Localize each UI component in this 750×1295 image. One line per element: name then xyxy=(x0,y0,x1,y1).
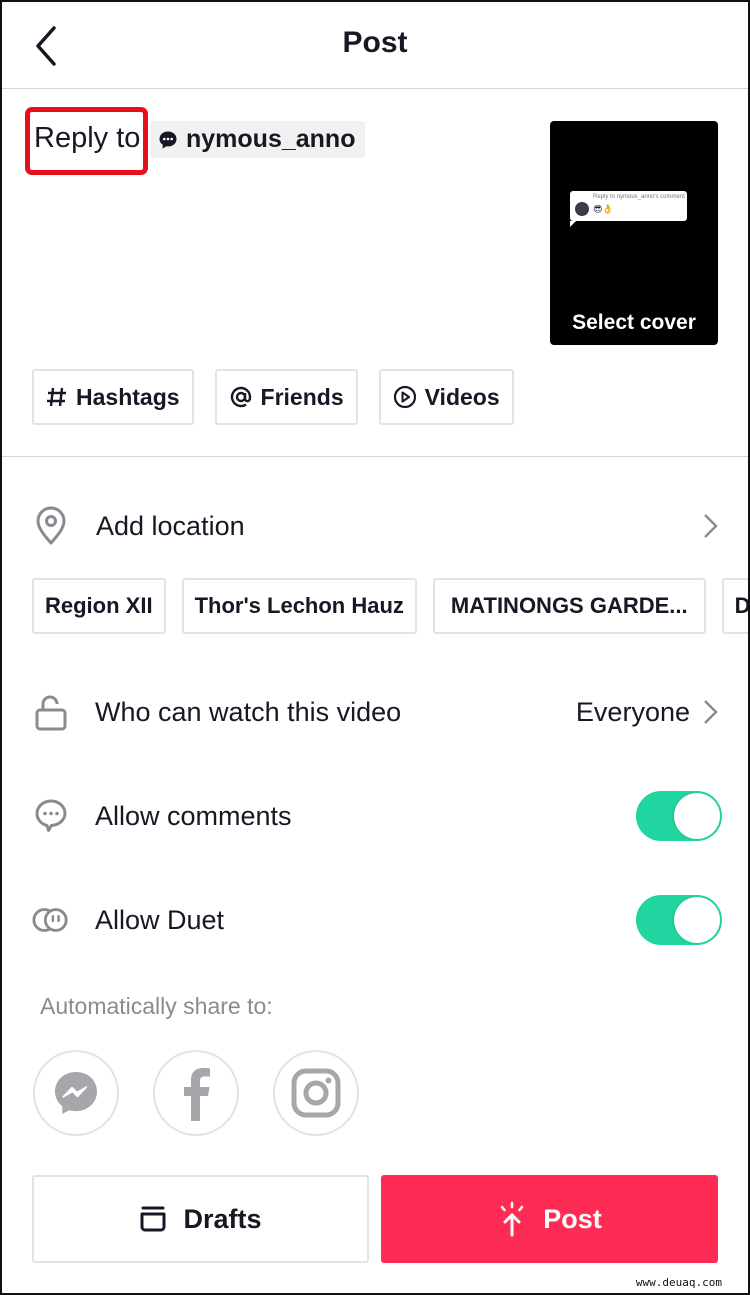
friends-label: Friends xyxy=(260,383,344,410)
location-chip[interactable]: D xyxy=(721,578,750,634)
location-pin-icon xyxy=(32,506,70,545)
privacy-row[interactable]: Who can watch this video Everyone xyxy=(0,682,750,742)
share-messenger-button[interactable] xyxy=(33,1050,119,1136)
hashtag-icon xyxy=(47,387,66,407)
share-instagram-button[interactable] xyxy=(273,1050,359,1136)
drafts-button[interactable]: Drafts xyxy=(32,1175,369,1263)
add-location-label: Add location xyxy=(96,510,245,541)
privacy-value: Everyone xyxy=(575,696,690,727)
watermark: www.deuaq.com xyxy=(635,1276,722,1289)
avatar xyxy=(575,202,589,216)
play-circle-icon xyxy=(393,385,416,409)
tag-chip-row: Hashtags Friends Videos xyxy=(32,369,514,425)
comment-icon xyxy=(32,797,70,835)
chevron-right-icon xyxy=(704,700,718,724)
add-location-chevron xyxy=(702,513,718,539)
privacy-label: Who can watch this video xyxy=(95,696,402,727)
chevron-right-icon xyxy=(704,514,718,538)
post-label: Post xyxy=(543,1203,602,1234)
location-chip[interactable]: MATINONGS GARDE... xyxy=(432,578,706,634)
allow-duet-toggle[interactable] xyxy=(636,895,722,945)
at-icon xyxy=(230,386,251,408)
hashtags-button[interactable]: Hashtags xyxy=(32,369,194,425)
drafts-label: Drafts xyxy=(183,1203,262,1234)
allow-comments-toggle[interactable] xyxy=(636,791,722,841)
unlock-icon xyxy=(32,693,70,731)
allow-comments-row: Allow comments xyxy=(0,786,750,846)
comment-sticker: Reply to nymous_anno's comment 😎👌 xyxy=(570,191,687,227)
hashtags-label: Hashtags xyxy=(76,383,180,410)
comment-sticker-emoji: 😎👌 xyxy=(593,204,614,214)
messenger-icon xyxy=(55,1072,97,1114)
facebook-icon xyxy=(184,1068,210,1121)
comment-bubble-icon xyxy=(159,131,177,148)
nav-header: Post xyxy=(0,0,750,89)
post-button[interactable]: Post xyxy=(381,1175,718,1263)
privacy-value-group: Everyone xyxy=(576,697,718,728)
toggle-knob xyxy=(674,793,720,839)
share-label: Automatically share to: xyxy=(40,993,273,1019)
drafts-icon xyxy=(140,1206,166,1232)
share-targets xyxy=(33,1050,359,1136)
add-location-row[interactable]: Add location xyxy=(0,496,750,556)
location-chip[interactable]: Thor's Lechon Hauz xyxy=(181,578,417,634)
select-cover-label: Select cover xyxy=(572,311,696,334)
mention-chip[interactable]: nymous_anno xyxy=(150,121,366,158)
allow-duet-row: Allow Duet xyxy=(0,890,750,950)
cover-thumbnail[interactable]: Reply to nymous_anno's comment 😎👌 Select… xyxy=(550,121,718,345)
allow-comments-label: Allow comments xyxy=(95,800,292,831)
videos-button[interactable]: Videos xyxy=(378,369,514,425)
location-suggestions: Region XII Thor's Lechon Hauz MATINONGS … xyxy=(32,578,750,634)
toggle-knob xyxy=(674,897,720,943)
instagram-icon xyxy=(291,1068,341,1118)
section-divider xyxy=(0,456,750,457)
duet-icon xyxy=(32,901,70,939)
comment-sticker-text: Reply to nymous_anno's comment xyxy=(593,194,685,200)
allow-duet-label: Allow Duet xyxy=(95,904,225,935)
videos-label: Videos xyxy=(424,383,500,410)
location-chip[interactable]: Region XII xyxy=(32,578,166,634)
mention-username: nymous_anno xyxy=(186,125,356,153)
share-facebook-button[interactable] xyxy=(153,1050,239,1136)
highlight-box xyxy=(25,107,148,175)
page-title: Post xyxy=(342,26,408,59)
friends-button[interactable]: Friends xyxy=(214,369,358,425)
post-upload-icon xyxy=(500,1201,524,1237)
